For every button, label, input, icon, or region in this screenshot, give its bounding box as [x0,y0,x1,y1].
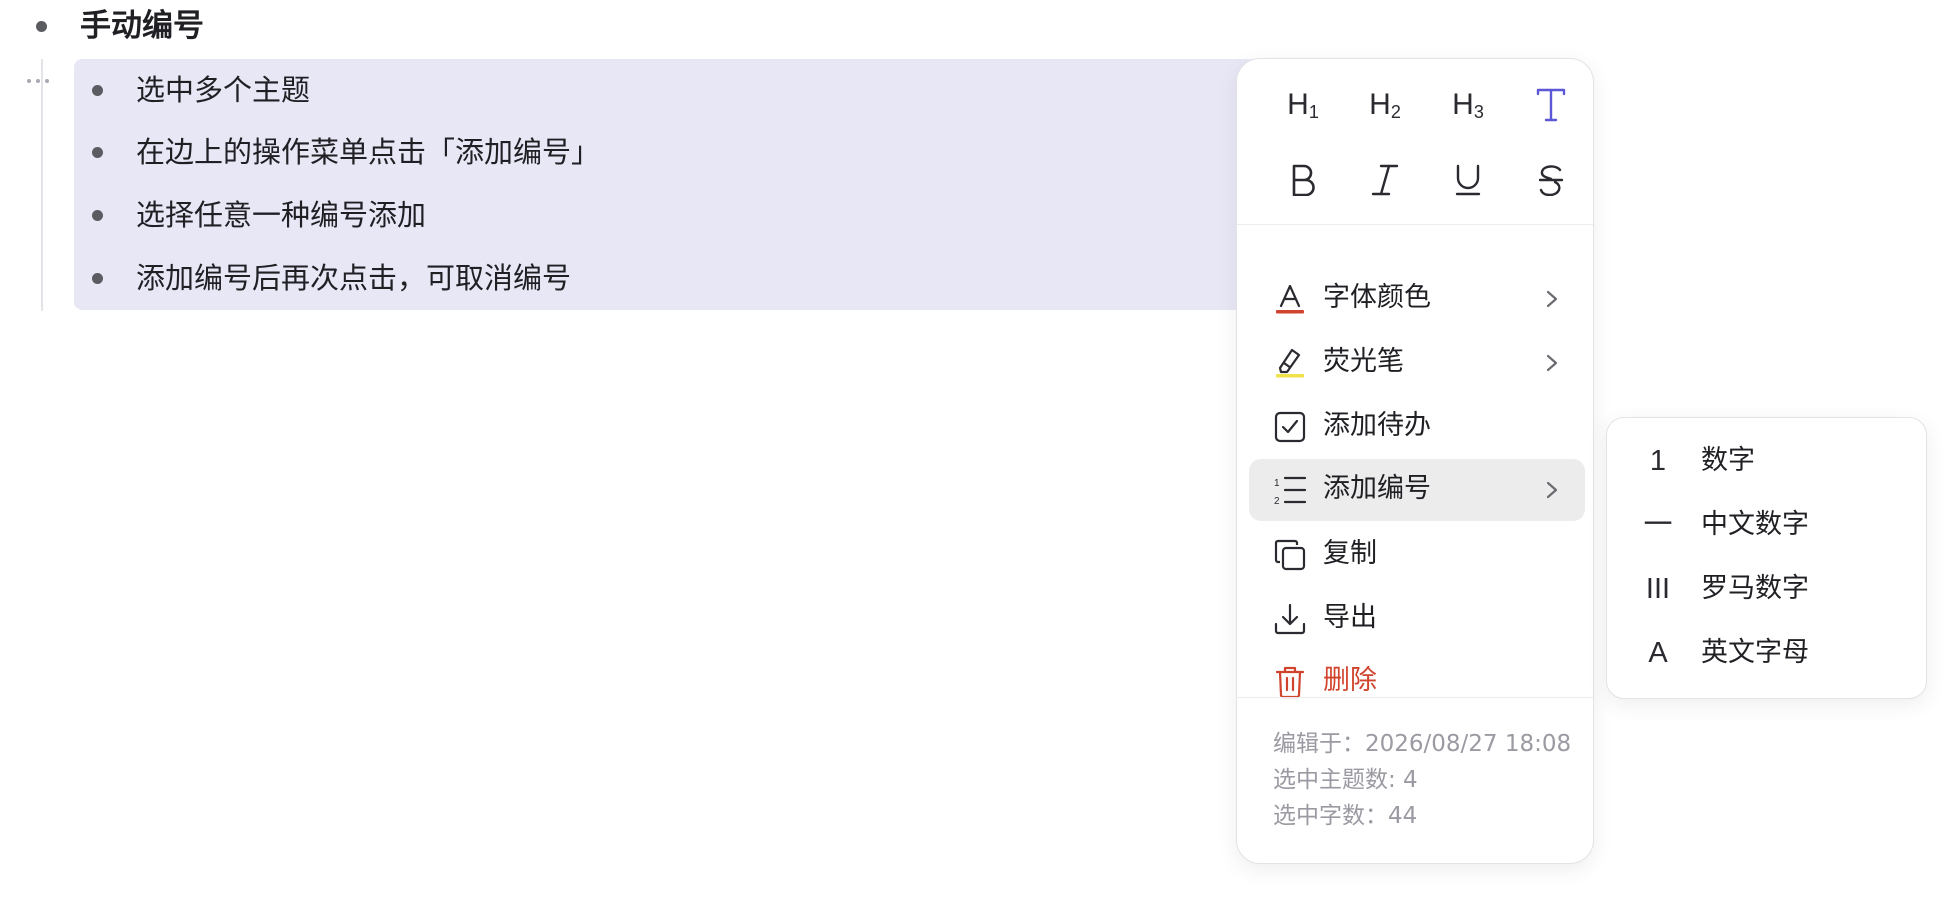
list-item[interactable]: 在边上的操作菜单点击「添加编号」 [74,121,1254,184]
underline-icon [1455,164,1481,196]
menu-item-label: 添加编号 [1323,473,1431,504]
letter-a-icon: A [1648,637,1668,669]
menu-item-label: 添加待办 [1323,410,1431,441]
edited-timestamp: 编辑于：2026/08/27 18:08 [1273,731,1572,757]
numbering-option-label: 中文数字 [1701,509,1809,540]
numbering-option-label: 罗马数字 [1701,573,1809,604]
bold-icon [1292,164,1315,196]
numbering-option-label: 数字 [1701,445,1755,476]
bold-button[interactable] [1273,150,1333,210]
menu-item-label: 字体颜色 [1323,282,1431,313]
root-topic-title[interactable]: 手动编号 [80,5,204,47]
heading-3-icon: H3 [1452,87,1484,122]
list-item-text[interactable]: 添加编号后再次点击，可取消编号 [136,258,571,298]
numbering-option-chinese[interactable]: 一 中文数字 [1619,495,1915,557]
italic-icon [1371,164,1399,196]
menu-divider [1237,224,1593,225]
list-item-text[interactable]: 在边上的操作菜单点击「添加编号」 [136,132,600,172]
heading-1-button[interactable]: H1 [1273,75,1333,135]
text-body-icon [1536,88,1566,122]
indent-guide-line [41,59,43,311]
selected-topics-count: 选中主题数: 4 [1273,767,1418,793]
root-bullet[interactable] [36,21,47,32]
numbering-submenu: 1 数字 一 中文数字 III 罗马数字 A 英文字母 [1606,417,1927,699]
heading-2-icon: H2 [1369,87,1401,122]
chevron-right-icon [1546,481,1558,499]
bullet-dot[interactable] [92,147,103,158]
menu-item-label: 荧光笔 [1323,346,1404,377]
add-numbering-item[interactable]: 1 2 添加编号 [1249,459,1585,521]
add-todo-item[interactable]: 添加待办 [1249,396,1585,458]
selected-chars-count: 选中字数：44 [1273,803,1418,829]
italic-button[interactable] [1355,150,1415,210]
svg-text:1: 1 [1274,478,1280,489]
highlighter-icon [1276,348,1304,378]
heading-3-button[interactable]: H3 [1438,75,1498,135]
heading-2-button[interactable]: H2 [1355,75,1415,135]
copy-icon [1274,539,1306,571]
menu-item-label: 删除 [1323,665,1377,696]
list-item[interactable]: 选中多个主题 [74,59,1254,122]
font-color-icon [1276,284,1304,314]
menu-item-label: 复制 [1323,538,1377,569]
font-color-item[interactable]: 字体颜色 [1249,268,1585,330]
heading-1-icon: H1 [1287,87,1319,122]
trash-icon [1275,666,1305,699]
svg-text:2: 2 [1274,496,1280,507]
context-menu: H1 H2 H3 字体颜色 荧光笔 添加待办 1 2 添加编号 复制 导出 删除… [1236,58,1594,864]
bullet-dot[interactable] [92,273,103,284]
chevron-right-icon [1546,290,1558,308]
chinese-one-icon: 一 [1643,509,1673,541]
delete-item[interactable]: 删除 [1249,651,1585,713]
list-item-text[interactable]: 选中多个主题 [136,70,310,110]
list-item[interactable]: 选择任意一种编号添加 [74,184,1254,247]
bullet-dot[interactable] [92,85,103,96]
strikethrough-icon [1538,165,1564,196]
strikethrough-button[interactable] [1521,150,1581,210]
download-icon [1274,603,1306,635]
list-item[interactable]: 添加编号后再次点击，可取消编号 [74,247,1254,310]
highlighter-item[interactable]: 荧光笔 [1249,332,1585,394]
drag-handle-icon[interactable] [27,79,49,83]
export-item[interactable]: 导出 [1249,588,1585,650]
roman-numeral-icon: III [1645,573,1671,605]
numbering-option-digits[interactable]: 1 数字 [1619,431,1915,493]
menu-divider [1237,697,1593,698]
digit-one-icon: 1 [1649,445,1667,477]
list-item-text[interactable]: 选择任意一种编号添加 [136,195,426,235]
numbered-list-icon: 1 2 [1274,476,1307,507]
copy-item[interactable]: 复制 [1249,524,1585,586]
numbering-option-roman[interactable]: III 罗马数字 [1619,559,1915,621]
chevron-right-icon [1546,354,1558,372]
text-body-button[interactable] [1521,75,1581,135]
menu-item-label: 导出 [1323,602,1377,633]
numbering-option-letters[interactable]: A 英文字母 [1619,623,1915,685]
bullet-dot[interactable] [92,210,103,221]
underline-button[interactable] [1438,150,1498,210]
checkbox-icon [1274,411,1306,443]
numbering-option-label: 英文字母 [1701,637,1809,668]
